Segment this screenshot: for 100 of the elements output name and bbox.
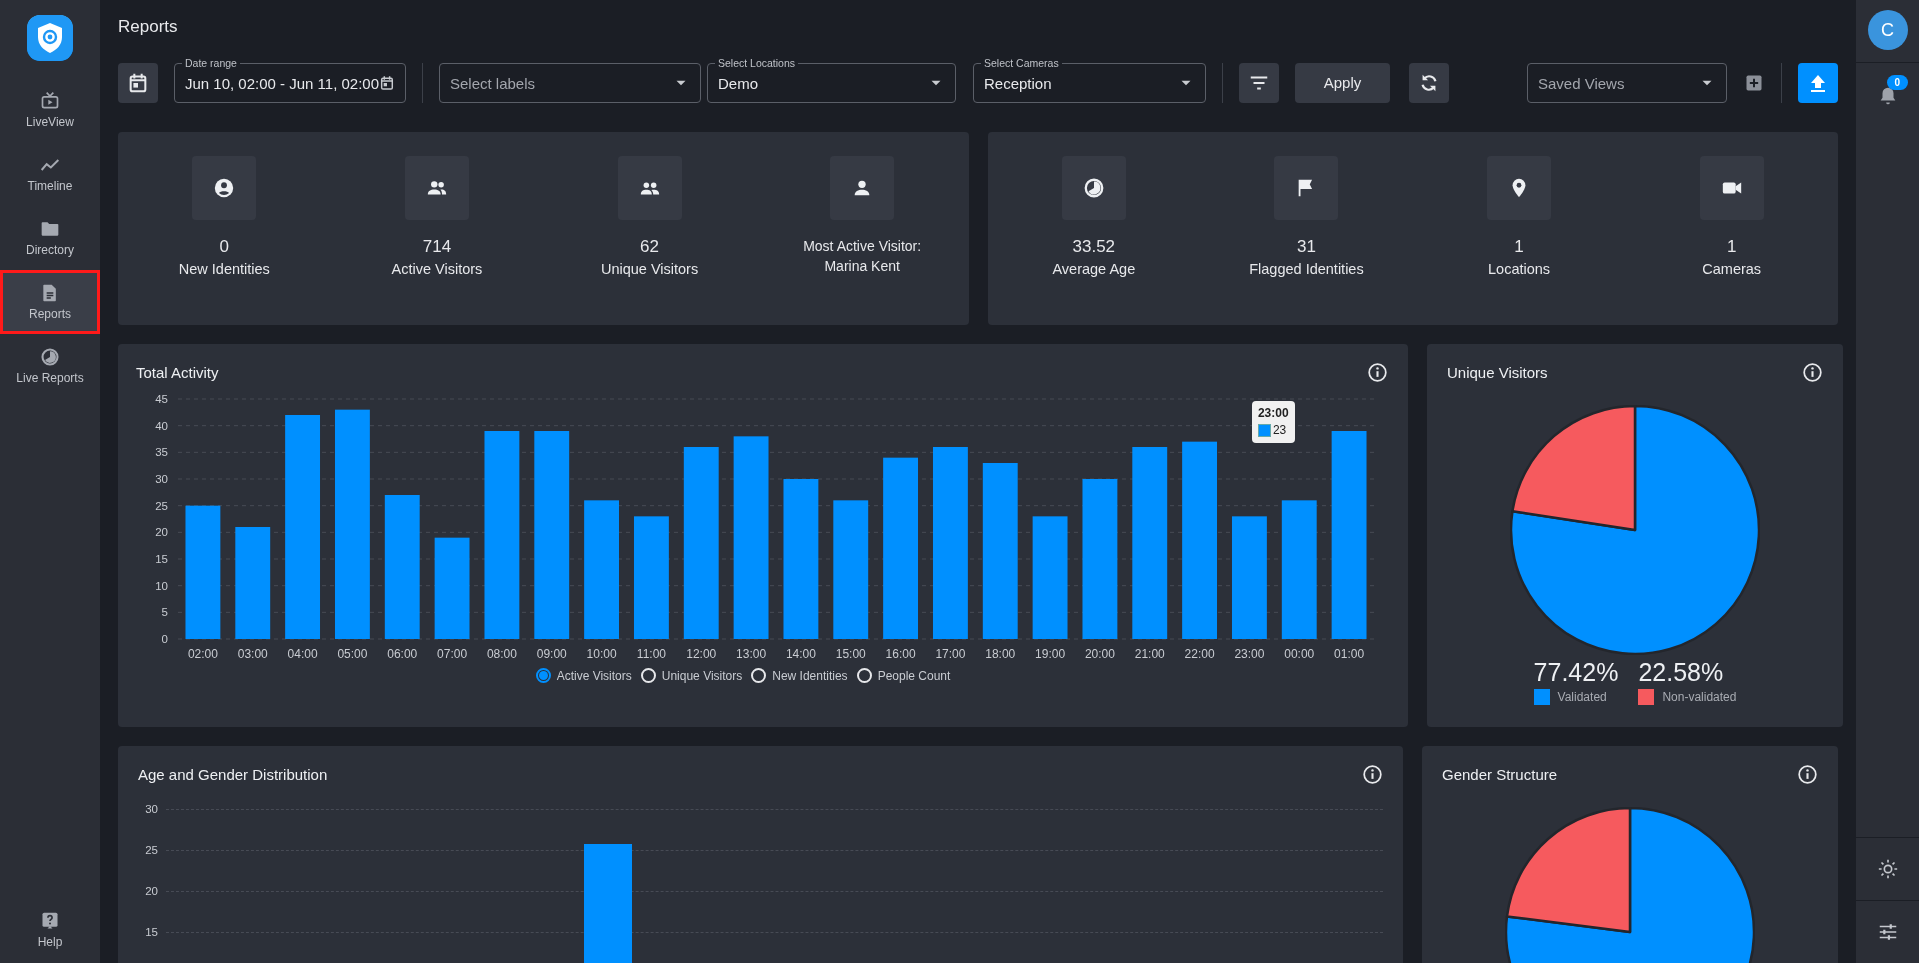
- nav-item[interactable]: LiveView: [0, 78, 100, 142]
- nav-item[interactable]: Timeline: [0, 142, 100, 206]
- y-axis-label: 0: [161, 633, 168, 645]
- x-axis-label: 17:00: [935, 647, 966, 661]
- x-axis-label: 21:00: [1134, 647, 1165, 661]
- y-axis-label: 45: [155, 393, 168, 405]
- refresh-button[interactable]: [1409, 63, 1449, 103]
- legend-label: Validated: [1557, 690, 1607, 704]
- stat-value: 1: [1514, 236, 1524, 258]
- help-icon: [40, 911, 60, 931]
- info-button[interactable]: [1797, 764, 1818, 785]
- stat-label: New Identities: [178, 260, 270, 279]
- calendar-icon: [379, 74, 395, 92]
- x-axis-label: 15:00: [835, 647, 866, 661]
- tooltip-value: 23: [1272, 421, 1287, 439]
- donut-chart-icon: [1082, 177, 1105, 199]
- stat-label: Locations: [1488, 260, 1551, 279]
- calendar-icon: [127, 72, 149, 94]
- y-axis-label: 20: [144, 885, 158, 897]
- y-axis-label: 30: [155, 473, 168, 485]
- card-title: Unique Visitors: [1447, 364, 1548, 381]
- y-axis-label: 25: [155, 499, 168, 512]
- stat-label: Average Age: [1052, 260, 1136, 279]
- stat-value: 31: [1296, 236, 1316, 258]
- x-axis-label: 10:00: [586, 647, 617, 661]
- x-axis-label: 03:00: [237, 647, 268, 661]
- labels-select[interactable]: Select labels: [439, 63, 701, 103]
- stat-label: Active Visitors: [391, 260, 483, 279]
- stat-value: 33.52: [1072, 236, 1116, 258]
- nav-item[interactable]: Live Reports: [0, 334, 100, 398]
- x-axis-label: 23:00: [1234, 647, 1265, 661]
- y-axis-label: 40: [155, 419, 168, 432]
- x-axis-label: 00:00: [1284, 647, 1315, 661]
- legend-radio[interactable]: People Count: [856, 668, 951, 683]
- x-axis-label: 13:00: [736, 647, 767, 661]
- x-axis-label: 19:00: [1035, 647, 1066, 661]
- shield-logo-icon: [27, 15, 73, 61]
- notification-badge: 0: [1886, 75, 1909, 90]
- donut-chart-icon: [40, 347, 60, 367]
- saved-views-select[interactable]: Saved Views: [1527, 63, 1727, 103]
- card-title: Gender Structure: [1442, 766, 1558, 783]
- info-icon: [1802, 362, 1823, 383]
- x-axis-label: 09:00: [536, 647, 567, 661]
- percentage-value: 77.42%: [1533, 658, 1619, 687]
- stat-label: Cameras: [1702, 260, 1762, 279]
- y-axis-label: 20: [155, 526, 168, 539]
- x-axis-label: 12:00: [686, 647, 717, 661]
- info-button[interactable]: [1367, 362, 1388, 383]
- x-axis-label: 20:00: [1084, 647, 1115, 661]
- legend-radio[interactable]: Active Visitors: [535, 668, 632, 683]
- stat-label: Flagged Identities: [1249, 260, 1364, 279]
- nav-item[interactable]: Directory: [0, 206, 100, 270]
- y-axis-label: 10: [155, 579, 168, 592]
- tv-icon: [40, 91, 60, 111]
- help-link[interactable]: Help: [0, 911, 100, 949]
- y-axis-label: 30: [144, 803, 158, 815]
- x-axis-label: 18:00: [985, 647, 1016, 661]
- y-axis-label: 5: [161, 606, 168, 619]
- info-button[interactable]: [1362, 764, 1383, 785]
- x-axis-label: 14:00: [785, 647, 816, 661]
- x-axis-label: 22:00: [1184, 647, 1215, 661]
- add-view-button[interactable]: [1744, 73, 1764, 93]
- sun-icon: [1876, 858, 1899, 880]
- plus-icon: [1744, 73, 1764, 93]
- stat-label: Most Active Visitor:: [803, 237, 922, 256]
- info-icon: [1362, 764, 1383, 785]
- folder-icon: [40, 219, 60, 239]
- stat-value: 714: [422, 236, 452, 258]
- stat-value: 1: [1726, 236, 1737, 258]
- card-title: Age and Gender Distribution: [138, 766, 328, 783]
- percentage-value: 22.58%: [1638, 658, 1725, 687]
- calendar-button[interactable]: [118, 63, 158, 103]
- info-icon: [1797, 764, 1818, 785]
- legend-radio[interactable]: Unique Visitors: [640, 668, 743, 683]
- y-axis-label: 25: [144, 844, 158, 856]
- x-axis-label: 07:00: [437, 647, 468, 661]
- stat-value: 62: [640, 236, 659, 258]
- x-axis-label: 06:00: [387, 647, 418, 661]
- info-button[interactable]: [1802, 362, 1823, 383]
- legend-label: Non-validated: [1662, 690, 1737, 704]
- legend-radio[interactable]: New Identities: [751, 668, 848, 683]
- person-circle-icon: [213, 177, 236, 199]
- x-axis-label: 08:00: [486, 647, 517, 661]
- x-axis-label: 05:00: [337, 647, 368, 661]
- page-title: Reports: [118, 16, 179, 38]
- x-axis-label: 11:00: [636, 647, 666, 661]
- x-axis-label: 04:00: [287, 647, 318, 661]
- series-swatch: [1257, 423, 1271, 437]
- upload-button[interactable]: [1798, 63, 1838, 103]
- stat-label: Unique Visitors: [600, 260, 699, 279]
- x-axis-label: 01:00: [1334, 647, 1365, 661]
- x-axis-label: 16:00: [885, 647, 916, 661]
- x-axis-label: 02:00: [187, 647, 218, 661]
- tooltip-title: 23:00: [1257, 404, 1289, 422]
- filter-button[interactable]: [1239, 63, 1279, 103]
- info-icon: [1367, 362, 1388, 383]
- apply-button[interactable]: Apply: [1295, 63, 1390, 103]
- nav-item[interactable]: Reports: [0, 270, 100, 334]
- visitor-name: Marina Kent: [824, 257, 900, 276]
- stat-value: 0: [219, 236, 230, 258]
